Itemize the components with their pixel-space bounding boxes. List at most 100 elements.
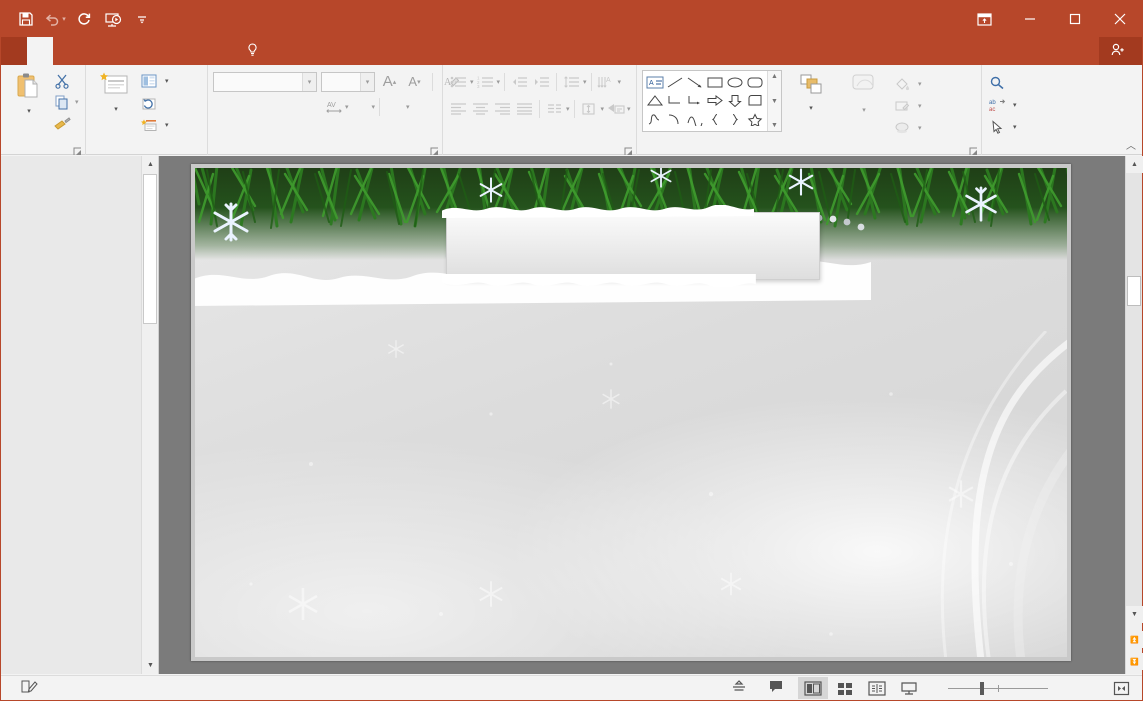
redo-icon[interactable] bbox=[71, 6, 97, 32]
change-case-button[interactable] bbox=[350, 96, 371, 117]
convert-to-smartart-button[interactable] bbox=[605, 98, 626, 119]
save-icon[interactable] bbox=[13, 6, 39, 32]
next-slide-icon[interactable]: ⏬ bbox=[1126, 653, 1143, 670]
copy-dropdown-icon[interactable]: ▾ bbox=[75, 98, 79, 106]
line-spacing-button[interactable] bbox=[561, 71, 582, 92]
shapes-gallery-scrollbar[interactable]: ▲ ▼ ▼ bbox=[767, 71, 781, 131]
decrease-font-size-button[interactable]: A ▾ bbox=[404, 71, 425, 92]
align-center-button[interactable] bbox=[470, 98, 491, 119]
tab-review[interactable] bbox=[183, 37, 209, 65]
shape-effects-dropdown-icon[interactable]: ▾ bbox=[918, 124, 922, 132]
new-slide-button[interactable]: ▾ bbox=[91, 69, 139, 116]
paste-dropdown-icon[interactable]: ▾ bbox=[27, 107, 31, 115]
font-dialog-launcher-icon[interactable] bbox=[430, 145, 439, 155]
format-painter-button[interactable] bbox=[52, 113, 72, 133]
zoom-slider[interactable] bbox=[926, 681, 1070, 695]
minimize-icon[interactable] bbox=[1007, 1, 1052, 37]
shape-outline-dropdown-icon[interactable]: ▾ bbox=[918, 102, 922, 110]
shape-rectangle-icon[interactable] bbox=[705, 73, 725, 92]
shape-scribble-icon[interactable] bbox=[645, 110, 665, 129]
vertical-scroll-thumb[interactable] bbox=[1127, 276, 1141, 306]
notes-button[interactable] bbox=[724, 677, 759, 699]
thumbnail-scroll-down-icon[interactable]: ▼ bbox=[142, 657, 158, 674]
align-right-button[interactable] bbox=[492, 98, 513, 119]
shapes-scroll-down-icon[interactable]: ▼ bbox=[771, 98, 778, 105]
maximize-icon[interactable] bbox=[1052, 1, 1097, 37]
bold-button[interactable] bbox=[213, 96, 234, 117]
close-icon[interactable] bbox=[1097, 1, 1142, 37]
find-button[interactable] bbox=[987, 72, 1017, 94]
shape-star-icon[interactable] bbox=[745, 110, 765, 129]
reset-button[interactable] bbox=[139, 92, 169, 114]
align-text-button[interactable] bbox=[579, 98, 600, 119]
new-slide-dropdown-icon[interactable]: ▾ bbox=[114, 104, 118, 116]
zoom-handle[interactable] bbox=[980, 681, 984, 695]
replace-dropdown-icon[interactable]: ▾ bbox=[1013, 101, 1017, 109]
tab-insert[interactable] bbox=[53, 37, 79, 65]
tab-transitions[interactable] bbox=[105, 37, 131, 65]
paragraph-dialog-launcher-icon[interactable] bbox=[624, 145, 633, 155]
shape-triangle-icon[interactable] bbox=[645, 92, 665, 111]
font-name-dropdown-icon[interactable]: ▾ bbox=[302, 72, 316, 91]
font-color-button[interactable] bbox=[384, 96, 405, 117]
scroll-down-icon[interactable]: ▼ bbox=[1126, 606, 1143, 623]
italic-button[interactable] bbox=[235, 96, 256, 117]
tell-me-box[interactable] bbox=[235, 37, 263, 65]
layout-dropdown-icon[interactable]: ▾ bbox=[165, 77, 169, 85]
current-slide[interactable] bbox=[191, 164, 1071, 661]
smartart-dropdown-icon[interactable]: ▾ bbox=[627, 105, 631, 113]
numbering-button[interactable]: 123 bbox=[475, 71, 496, 92]
normal-view-button[interactable] bbox=[798, 677, 828, 699]
align-left-button[interactable] bbox=[448, 98, 469, 119]
clipboard-dialog-launcher-icon[interactable] bbox=[73, 145, 82, 155]
shape-flowchart-icon[interactable] bbox=[745, 92, 765, 111]
shape-elbow-connector-icon[interactable] bbox=[665, 92, 685, 111]
shapes-scroll-up-icon[interactable]: ▲ bbox=[771, 73, 778, 80]
paste-button[interactable]: ▾ bbox=[6, 69, 52, 115]
section-dropdown-icon[interactable]: ▾ bbox=[165, 121, 169, 129]
replace-button[interactable]: ab ac ▾ bbox=[987, 94, 1017, 116]
increase-indent-button[interactable] bbox=[531, 71, 552, 92]
text-direction-dropdown-icon[interactable]: ▾ bbox=[618, 78, 622, 86]
scroll-up-icon[interactable]: ▲ bbox=[1126, 156, 1143, 173]
shape-right-brace-icon[interactable] bbox=[725, 110, 745, 129]
change-case-dropdown-icon[interactable]: ▾ bbox=[372, 103, 376, 111]
shape-arrow-icon[interactable] bbox=[685, 73, 705, 92]
tab-file[interactable] bbox=[1, 37, 27, 65]
decrease-indent-button[interactable] bbox=[509, 71, 530, 92]
shapes-gallery[interactable]: A ▲ ▼ ▼ bbox=[642, 70, 782, 132]
text-shadow-button[interactable] bbox=[279, 96, 300, 117]
arrange-dropdown-icon[interactable]: ▾ bbox=[809, 104, 813, 112]
numbering-dropdown-icon[interactable]: ▾ bbox=[497, 78, 501, 86]
font-name-combo[interactable]: ▾ bbox=[213, 71, 317, 92]
shape-left-brace-icon[interactable] bbox=[705, 110, 725, 129]
strikethrough-button[interactable] bbox=[301, 96, 322, 117]
layout-button[interactable]: ▾ bbox=[139, 70, 169, 92]
text-direction-button[interactable]: A bbox=[596, 71, 617, 92]
shape-fill-button[interactable]: ▾ bbox=[892, 73, 922, 95]
align-text-dropdown-icon[interactable]: ▾ bbox=[601, 105, 605, 113]
ribbon-display-options-icon[interactable] bbox=[962, 1, 1007, 37]
columns-dropdown-icon[interactable]: ▾ bbox=[566, 105, 570, 113]
quick-styles-dropdown-icon[interactable]: ▾ bbox=[862, 105, 866, 117]
shape-curve-icon[interactable] bbox=[685, 110, 705, 129]
tab-home[interactable] bbox=[27, 37, 53, 65]
shapes-more-icon[interactable]: ▼ bbox=[771, 122, 778, 129]
character-spacing-dropdown-icon[interactable]: ▾ bbox=[345, 103, 349, 111]
slide-sorter-view-button[interactable] bbox=[830, 677, 860, 699]
tab-animations[interactable] bbox=[131, 37, 157, 65]
tab-slide-show[interactable] bbox=[157, 37, 183, 65]
thumbnail-scroll-thumb[interactable] bbox=[143, 174, 157, 324]
slide-show-view-button[interactable] bbox=[894, 677, 924, 699]
shape-rounded-rectangle-icon[interactable] bbox=[745, 73, 765, 92]
shape-oval-icon[interactable] bbox=[725, 73, 745, 92]
font-size-combo[interactable]: ▾ bbox=[321, 71, 375, 92]
collapse-ribbon-icon[interactable]: ︿ bbox=[1126, 137, 1136, 152]
underline-button[interactable] bbox=[257, 96, 278, 117]
bullets-button[interactable] bbox=[448, 71, 469, 92]
select-dropdown-icon[interactable]: ▾ bbox=[1013, 123, 1017, 131]
line-spacing-dropdown-icon[interactable]: ▾ bbox=[583, 78, 587, 86]
character-spacing-button[interactable]: AV bbox=[323, 96, 344, 117]
increase-font-size-button[interactable]: A ▴ bbox=[379, 71, 400, 92]
notes-page-icon[interactable] bbox=[21, 679, 39, 697]
